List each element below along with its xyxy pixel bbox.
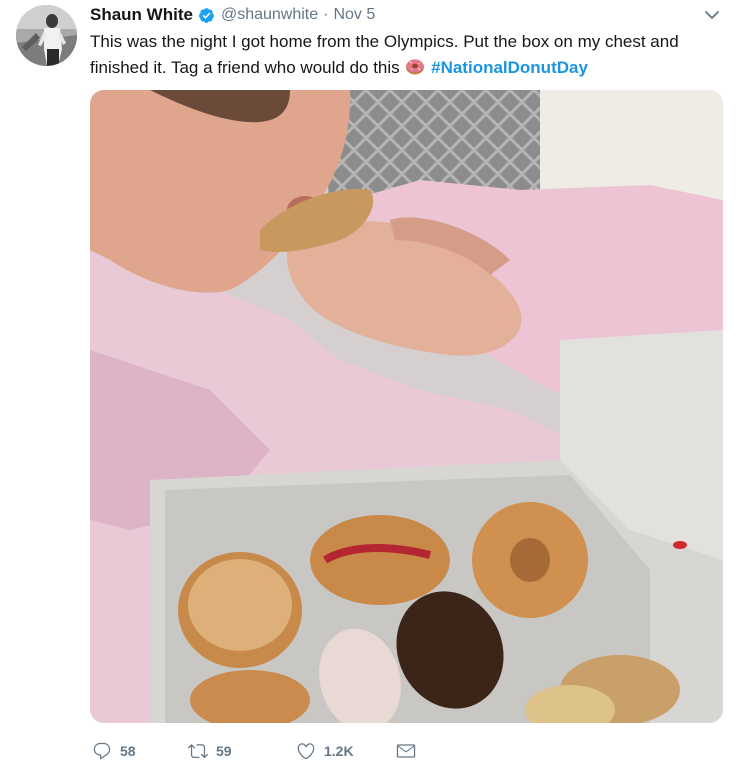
direct-message-button[interactable] [396,741,416,761]
avatar[interactable] [16,5,77,66]
author-display-name[interactable]: Shaun White [90,5,193,25]
retweet-icon [188,744,208,759]
verified-badge-icon [198,7,215,24]
reply-button[interactable]: 58 [92,741,188,761]
direct-message-icon [396,744,416,758]
tweet[interactable]: Shaun White @shaunwhite · Nov 5 This was… [0,0,737,774]
author-handle[interactable]: @shaunwhite [221,6,318,24]
like-count: 1.2K [324,743,354,759]
doughnut-emoji-icon [405,56,425,76]
tweet-header: Shaun White @shaunwhite · Nov 5 [90,3,375,27]
retweet-button[interactable]: 59 [188,741,296,761]
header-separator: · [323,6,329,23]
like-button[interactable]: 1.2K [296,741,396,761]
tweet-actions: 58 59 1.2K [92,738,416,764]
chevron-down-icon[interactable] [704,8,720,20]
hashtag-link[interactable]: #NationalDonutDay [431,58,588,77]
retweet-count: 59 [216,743,232,759]
tweet-text-body: This was the night I got home from the O… [90,32,679,77]
reply-icon [93,742,111,760]
tweet-text: This was the night I got home from the O… [90,29,720,81]
heart-icon [297,743,315,760]
reply-count: 58 [120,743,136,759]
tweet-timestamp[interactable]: Nov 5 [333,6,375,24]
tweet-photo[interactable] [90,90,723,723]
